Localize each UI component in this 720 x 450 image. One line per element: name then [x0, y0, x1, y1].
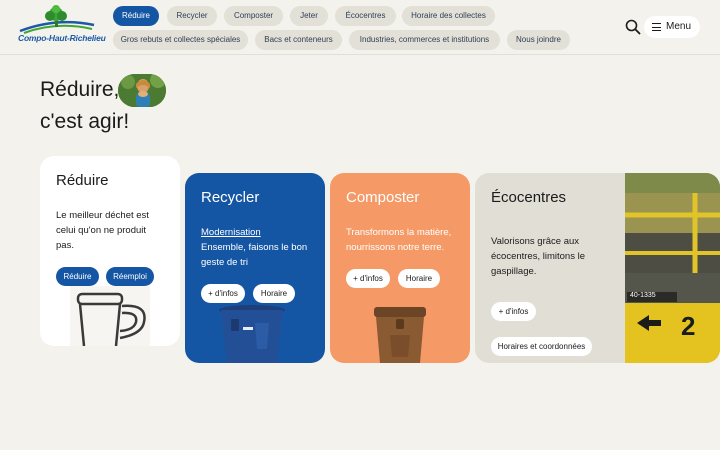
card-composter-text: Transformons la matière, nourrissons not…: [346, 227, 452, 253]
search-icon[interactable]: [624, 18, 642, 36]
container-sign-number: 2: [681, 311, 696, 341]
reduire-button[interactable]: Réduire: [56, 267, 99, 286]
menu-button[interactable]: Menu: [644, 16, 700, 38]
nav-bacs-conteneurs[interactable]: Bacs et conteneurs: [255, 30, 342, 50]
site-header: Compo-Haut-Richelieu Réduire Recycler Co…: [0, 0, 720, 55]
card-recycler-title: Recycler: [201, 189, 260, 206]
ecocentre-container-image: [625, 173, 720, 363]
nav-composter[interactable]: Composter: [224, 6, 283, 26]
hero-title-line1: Réduire,: [40, 78, 120, 101]
composter-horaire-button[interactable]: Horaire: [398, 269, 440, 288]
card-ecocentres-title: Écocentres: [491, 189, 567, 206]
nav-reduire[interactable]: Réduire: [113, 6, 159, 26]
card-recycler: Recycler Modernisation Ensemble, faisons…: [185, 173, 325, 363]
nav-jeter[interactable]: Jeter: [290, 6, 328, 26]
nav-ecocentres[interactable]: Écocentres: [335, 6, 396, 26]
blue-recycling-bin-icon: [219, 305, 285, 363]
nav-ici[interactable]: Industries, commerces et institutions: [349, 30, 500, 50]
recycler-infos-button[interactable]: + d'infos: [201, 284, 245, 303]
recycler-horaire-button[interactable]: Horaire: [253, 284, 295, 303]
card-composter-title: Composter: [346, 189, 420, 206]
modernisation-link[interactable]: Modernisation: [201, 225, 316, 240]
hero-child-photo: [118, 74, 166, 107]
child-photo-image: [118, 74, 166, 107]
brown-compost-bin-icon: [374, 307, 426, 363]
hamburger-icon: [652, 23, 661, 31]
ecocentres-horaires-button[interactable]: Horaires et coordonnées: [491, 337, 592, 356]
reemploi-button[interactable]: Réemploi: [106, 267, 154, 286]
composter-infos-button[interactable]: + d'infos: [346, 269, 390, 288]
container-number-label: 40-1335: [630, 292, 656, 299]
card-reduire: Réduire Le meilleur déchet est celui qu'…: [40, 156, 180, 346]
logo-text: Compo-Haut-Richelieu: [18, 33, 106, 43]
tree-logo-icon: [19, 5, 95, 34]
card-reduire-text: Le meilleur déchet est celui qu'on ne pr…: [56, 210, 149, 251]
nav-horaire-collectes[interactable]: Horaire des collectes: [402, 6, 495, 26]
logo[interactable]: Compo-Haut-Richelieu: [18, 5, 106, 47]
nav-gros-rebuts[interactable]: Gros rebuts et collectes spéciales: [113, 30, 248, 50]
ecocentre-photo: 40-1335 2: [625, 173, 720, 363]
card-recycler-text: Ensemble, faisons le bon geste de tri: [201, 242, 308, 268]
card-ecocentres-text: Valorisons grâce aux écocentres, limiton…: [491, 236, 585, 277]
card-ecocentres: Écocentres Valorisons grâce aux écocentr…: [475, 173, 720, 363]
nav-recycler[interactable]: Recycler: [167, 6, 217, 26]
card-reduire-title: Réduire: [56, 172, 109, 189]
hero-title-line2: c'est agir!: [40, 110, 130, 133]
nav-nous-joindre[interactable]: Nous joindre: [507, 30, 570, 50]
travel-mug-icon: [70, 286, 150, 346]
ecocentres-infos-button[interactable]: + d'infos: [491, 302, 536, 321]
card-composter: Composter Transformons la matière, nourr…: [330, 173, 470, 363]
menu-label: Menu: [666, 21, 692, 32]
